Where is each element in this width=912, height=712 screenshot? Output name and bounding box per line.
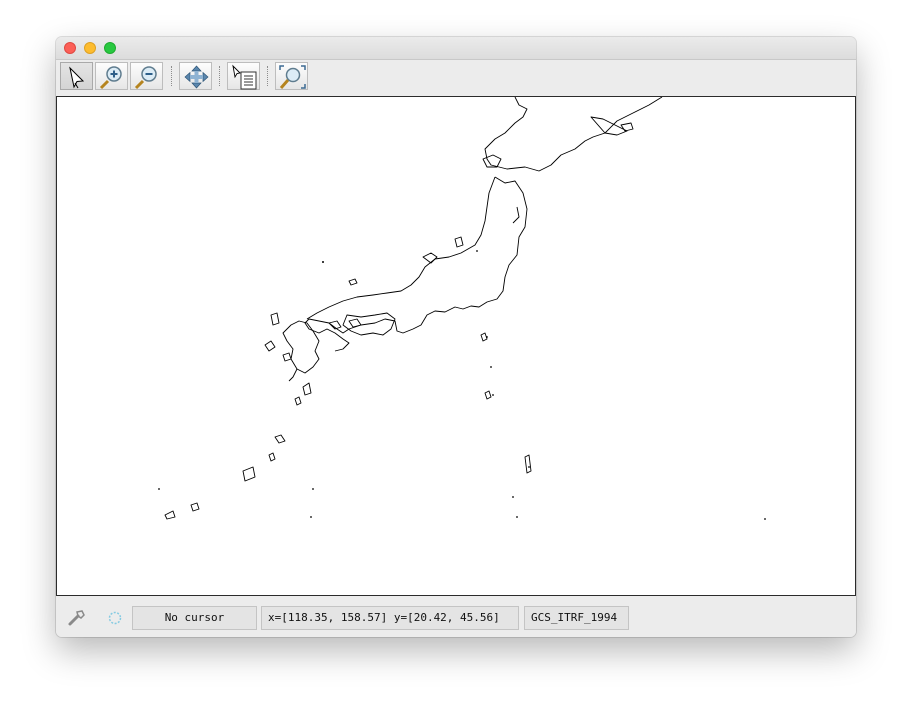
- pan-tool-button[interactable]: [179, 62, 212, 90]
- zoom-out-tool-button[interactable]: [130, 62, 163, 90]
- map-viewer-window: No cursor x=[118.35, 158.57] y=[20.42, 4…: [56, 37, 856, 637]
- toolbar-separator: [219, 66, 220, 86]
- pan-arrows-icon: [184, 65, 209, 89]
- zoom-in-tool-button[interactable]: [95, 62, 128, 90]
- zoom-in-icon: [99, 66, 122, 90]
- status-bar: No cursor x=[118.35, 158.57] y=[20.42, 4…: [56, 596, 856, 637]
- map-toolbar: [56, 60, 856, 96]
- kyushu-outline: [282, 320, 320, 374]
- full-extent-tool-button[interactable]: [275, 62, 308, 90]
- title-bar: [56, 37, 856, 60]
- close-window-button[interactable]: [64, 42, 76, 54]
- wrench-icon[interactable]: [67, 609, 87, 627]
- full-extent-icon: [279, 65, 306, 89]
- identify-info-icon: [232, 64, 257, 90]
- minimize-window-button[interactable]: [84, 42, 96, 54]
- honshu-outline: [304, 176, 528, 352]
- select-tool-button[interactable]: [60, 62, 93, 90]
- zoom-out-icon: [134, 66, 157, 90]
- hokkaido-outline: [484, 96, 663, 172]
- zoom-window-button[interactable]: [104, 42, 116, 54]
- japan-coastline-map: [158, 96, 766, 520]
- crs-readout[interactable]: GCS_ITRF_1994: [524, 606, 629, 630]
- arrow-pointer-icon: [69, 66, 85, 89]
- cursor-position-readout: No cursor: [132, 606, 257, 630]
- toolbar-separator: [267, 66, 268, 86]
- map-canvas[interactable]: [56, 96, 856, 596]
- identify-tool-button[interactable]: [227, 62, 260, 90]
- refresh-spinner-icon: [108, 611, 122, 625]
- toolbar-separator: [171, 66, 172, 86]
- map-extent-readout: x=[118.35, 158.57] y=[20.42, 45.56]: [261, 606, 519, 630]
